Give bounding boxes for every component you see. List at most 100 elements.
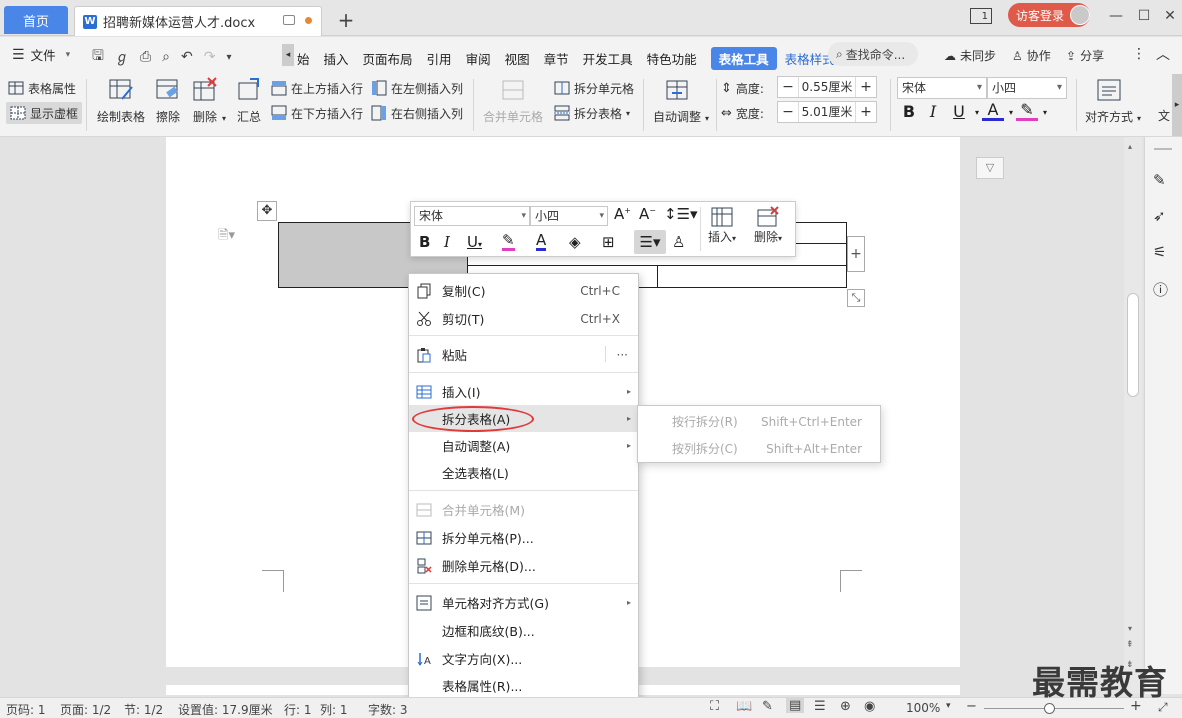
width-stepper[interactable]: − 5.01厘米 +: [777, 101, 877, 123]
show-grid-button[interactable]: 显示虚框: [6, 102, 83, 124]
width-value[interactable]: 5.01厘米: [798, 102, 856, 122]
print-preview-icon[interactable]: ⌕: [162, 49, 170, 65]
grow-font-icon[interactable]: A+: [614, 205, 631, 223]
menu-item-delete-cells[interactable]: 删除单元格(D)...: [409, 552, 638, 579]
file-menu[interactable]: ☰ 文件 ▾: [12, 45, 70, 64]
paragraph-options-icon[interactable]: 🗎▾: [218, 226, 235, 248]
visitor-login-button[interactable]: 访客登录: [1008, 3, 1090, 27]
menu-item-merge-cells[interactable]: 合并单元格(M): [409, 496, 638, 523]
scrollbar-thumb[interactable]: [1127, 293, 1139, 397]
menu-item-borders[interactable]: 边框和底纹(B)...: [409, 617, 638, 644]
scroll-down-icon[interactable]: ▾: [1128, 624, 1132, 633]
read-mode-icon[interactable]: 📖: [736, 699, 752, 714]
zoom-dropdown-icon[interactable]: ▾: [946, 701, 951, 711]
mini-highlight-icon[interactable]: ✎: [502, 233, 515, 251]
menu-item-split-cells[interactable]: 拆分单元格(P)...: [409, 524, 638, 551]
maximize-icon[interactable]: ☐: [1134, 6, 1154, 26]
split-cells-button[interactable]: 拆分单元格: [554, 77, 634, 99]
tab-start[interactable]: 始: [297, 49, 310, 68]
tab-features[interactable]: 特色功能: [647, 49, 697, 68]
table-move-handle-icon[interactable]: ✥: [257, 201, 277, 221]
tab-table-tools[interactable]: 表格工具: [710, 47, 777, 70]
help-icon[interactable]: ⓘ: [1153, 279, 1173, 299]
command-search[interactable]: ⌕ 查找命令...: [828, 42, 918, 66]
outline-view-icon[interactable]: ☰: [814, 699, 826, 714]
format-painter-icon[interactable]: ℊ: [115, 47, 129, 67]
new-tab-button[interactable]: +: [336, 8, 356, 32]
height-value[interactable]: 0.55厘米: [798, 77, 856, 97]
font-family-select[interactable]: 宋体: [897, 77, 987, 99]
more-icon[interactable]: ⋮: [1132, 46, 1146, 62]
menu-item-copy[interactable]: 复制(C) Ctrl+C: [409, 277, 638, 304]
erase-button[interactable]: 擦除: [155, 77, 181, 125]
merge-cells-button[interactable]: 合并单元格: [483, 77, 543, 125]
menu-item-auto-fit[interactable]: 自动调整(A) ▸: [409, 432, 638, 459]
close-icon[interactable]: ✕: [1160, 6, 1180, 26]
mini-shading-icon[interactable]: ◈: [569, 233, 581, 251]
mini-size-select[interactable]: 小四: [530, 206, 608, 226]
tab-insert[interactable]: 插入: [324, 49, 349, 68]
mini-insert-button[interactable]: 插入▾: [708, 206, 736, 245]
save-icon[interactable]: 🖫: [92, 45, 104, 69]
table-properties-button[interactable]: 表格属性: [8, 77, 76, 99]
status-pages[interactable]: 页面: 1/2: [60, 701, 111, 718]
sync-button[interactable]: ☁ 未同步: [944, 47, 996, 64]
tab-developer[interactable]: 开发工具: [583, 49, 633, 68]
mini-format-painter-icon[interactable]: ♙: [672, 233, 685, 251]
height-increase-button[interactable]: +: [856, 77, 876, 97]
mini-font-color-icon[interactable]: A: [536, 233, 547, 251]
zoom-level[interactable]: 100%: [906, 701, 940, 715]
delete-button[interactable]: 删除 ▾: [192, 77, 226, 125]
tab-view[interactable]: 视图: [505, 49, 530, 68]
mini-underline-icon[interactable]: U▾: [467, 233, 482, 251]
auto-fit-button[interactable]: 自动调整 ▾: [653, 77, 709, 125]
undo-icon[interactable]: ↶: [181, 49, 193, 65]
mini-bold-icon[interactable]: B: [419, 233, 430, 251]
tab-section[interactable]: 章节: [544, 49, 569, 68]
redo-icon[interactable]: ↷: [204, 49, 216, 65]
customize-icon[interactable]: ▾: [226, 52, 231, 63]
menu-item-cell-align[interactable]: 单元格对齐方式(G) ▸: [409, 589, 638, 616]
mini-borders-icon[interactable]: ⊞: [602, 233, 615, 251]
insert-below-button[interactable]: 在下方插入行: [271, 102, 363, 124]
fullscreen-icon[interactable]: ⛶: [710, 699, 719, 714]
status-row[interactable]: 行: 1: [284, 701, 312, 718]
page-navigator-icon[interactable]: ▽: [976, 157, 1004, 179]
status-page[interactable]: 页码: 1: [6, 701, 46, 718]
table-resize-handle-icon[interactable]: ⤡: [847, 289, 865, 307]
mini-italic-icon[interactable]: I: [444, 233, 450, 251]
insert-right-button[interactable]: 在右侧插入列: [371, 102, 463, 124]
collapse-ribbon-icon[interactable]: ︿: [1156, 44, 1170, 64]
chevron-down-icon[interactable]: ▾: [1034, 108, 1056, 117]
mini-font-select[interactable]: 宋体: [414, 206, 530, 226]
status-col[interactable]: 列: 1: [320, 701, 348, 718]
shrink-font-icon[interactable]: A−: [639, 205, 656, 223]
status-section[interactable]: 节: 1/2: [124, 701, 163, 718]
menu-item-text-direction[interactable]: A 文字方向(X)...: [409, 645, 638, 672]
submenu-item-split-by-row[interactable]: 按行拆分(R) Shift+Ctrl+Enter: [638, 408, 880, 435]
ribbon-scroll-right-icon[interactable]: ▸: [1172, 74, 1182, 136]
tab-home[interactable]: 首页: [4, 6, 68, 34]
add-column-button[interactable]: +: [847, 236, 865, 272]
submenu-item-split-by-col[interactable]: 按列拆分(C) Shift+Alt+Enter: [638, 435, 880, 462]
font-size-select[interactable]: 小四: [987, 77, 1067, 99]
insert-left-button[interactable]: 在左侧插入列: [371, 77, 463, 99]
cursor-icon[interactable]: ➶: [1153, 207, 1173, 227]
prev-page-icon[interactable]: ⇞: [1126, 640, 1134, 650]
status-setting[interactable]: 设置值: 17.9厘米: [178, 701, 273, 718]
height-stepper[interactable]: − 0.55厘米 +: [777, 76, 877, 98]
status-word-count[interactable]: 字数: 3: [368, 701, 408, 718]
page-view-icon[interactable]: ▤: [786, 698, 805, 713]
menu-item-cut[interactable]: 剪切(T) Ctrl+X: [409, 305, 638, 332]
italic-icon[interactable]: I: [922, 102, 944, 121]
pen-icon[interactable]: ✎: [1153, 171, 1173, 191]
split-table-button[interactable]: 拆分表格 ▾: [554, 102, 630, 124]
align-button[interactable]: 对齐方式 ▾: [1085, 77, 1141, 125]
width-increase-button[interactable]: +: [856, 102, 876, 122]
line-spacing-icon[interactable]: ↕☰▾: [664, 205, 698, 223]
sliders-icon[interactable]: ⚟: [1153, 243, 1173, 263]
text-direction-button[interactable]: 文: [1158, 107, 1170, 124]
edit-mode-icon[interactable]: ✎: [762, 699, 773, 714]
menu-item-select-table[interactable]: 全选表格(L): [409, 459, 638, 486]
summary-button[interactable]: 汇总: [236, 77, 262, 125]
